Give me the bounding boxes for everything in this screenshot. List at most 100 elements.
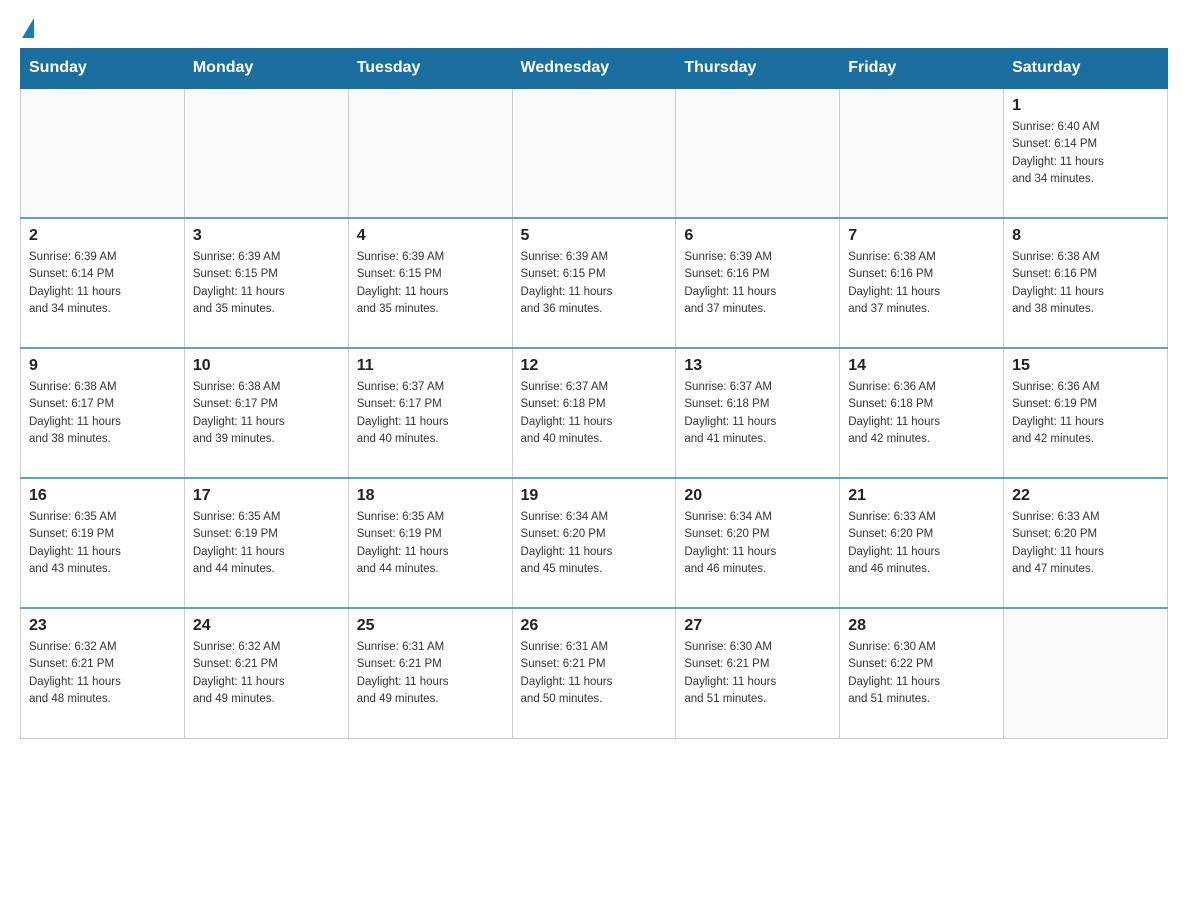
day-number: 22 — [1012, 487, 1159, 505]
calendar-day-header: Wednesday — [512, 49, 676, 89]
day-info: Sunrise: 6:33 AM Sunset: 6:20 PM Dayligh… — [1012, 509, 1159, 578]
calendar-day-cell: 14 Sunrise: 6:36 AM Sunset: 6:18 PM Dayli… — [840, 348, 1004, 478]
day-number: 21 — [848, 487, 995, 505]
day-info: Sunrise: 6:35 AM Sunset: 6:19 PM Dayligh… — [193, 509, 340, 578]
calendar-week-row: 9 Sunrise: 6:38 AM Sunset: 6:17 PM Daylig… — [21, 348, 1168, 478]
day-info: Sunrise: 6:32 AM Sunset: 6:21 PM Dayligh… — [29, 639, 176, 708]
calendar-day-header: Sunday — [21, 49, 185, 89]
day-info: Sunrise: 6:35 AM Sunset: 6:19 PM Dayligh… — [29, 509, 176, 578]
calendar-day-cell: 10 Sunrise: 6:38 AM Sunset: 6:17 PM Dayli… — [184, 348, 348, 478]
calendar-day-cell — [184, 88, 348, 218]
day-number: 11 — [357, 357, 504, 375]
calendar-week-row: 1 Sunrise: 6:40 AM Sunset: 6:14 PM Daylig… — [21, 88, 1168, 218]
day-number: 14 — [848, 357, 995, 375]
calendar-day-cell: 11 Sunrise: 6:37 AM Sunset: 6:17 PM Dayli… — [348, 348, 512, 478]
day-number: 24 — [193, 617, 340, 635]
logo — [20, 20, 34, 38]
calendar-day-cell — [348, 88, 512, 218]
calendar-day-cell: 8 Sunrise: 6:38 AM Sunset: 6:16 PM Daylig… — [1004, 218, 1168, 348]
calendar-day-header: Monday — [184, 49, 348, 89]
day-info: Sunrise: 6:31 AM Sunset: 6:21 PM Dayligh… — [521, 639, 668, 708]
day-number: 8 — [1012, 227, 1159, 245]
calendar-day-cell: 12 Sunrise: 6:37 AM Sunset: 6:18 PM Dayli… — [512, 348, 676, 478]
day-info: Sunrise: 6:31 AM Sunset: 6:21 PM Dayligh… — [357, 639, 504, 708]
calendar-day-cell: 20 Sunrise: 6:34 AM Sunset: 6:20 PM Dayli… — [676, 478, 840, 608]
calendar-day-cell: 18Sunrise: 6:35 AM Sunset: 6:19 PM Dayli… — [348, 478, 512, 608]
day-number: 5 — [521, 227, 668, 245]
calendar-day-cell: 9Sunrise: 6:38 AM Sunset: 6:17 PM Daylig… — [21, 348, 185, 478]
calendar-header-row: SundayMondayTuesdayWednesdayThursdayFrid… — [21, 49, 1168, 89]
day-number: 25 — [357, 617, 504, 635]
calendar-day-cell: 5 Sunrise: 6:39 AM Sunset: 6:15 PM Daylig… — [512, 218, 676, 348]
day-number: 26 — [521, 617, 668, 635]
calendar-day-cell — [840, 88, 1004, 218]
day-info: Sunrise: 6:37 AM Sunset: 6:17 PM Dayligh… — [357, 379, 504, 448]
calendar-day-cell: 3 Sunrise: 6:39 AM Sunset: 6:15 PM Daylig… — [184, 218, 348, 348]
logo-triangle-icon — [22, 18, 34, 38]
day-number: 23 — [29, 617, 176, 635]
day-number: 15 — [1012, 357, 1159, 375]
day-number: 13 — [684, 357, 831, 375]
calendar-day-cell: 7 Sunrise: 6:38 AM Sunset: 6:16 PM Daylig… — [840, 218, 1004, 348]
day-info: Sunrise: 6:37 AM Sunset: 6:18 PM Dayligh… — [521, 379, 668, 448]
day-info: Sunrise: 6:39 AM Sunset: 6:14 PM Dayligh… — [29, 249, 176, 318]
day-info: Sunrise: 6:40 AM Sunset: 6:14 PM Dayligh… — [1012, 119, 1159, 188]
calendar-day-cell: 27Sunrise: 6:30 AM Sunset: 6:21 PM Dayli… — [676, 608, 840, 738]
calendar-day-header: Tuesday — [348, 49, 512, 89]
calendar-day-cell: 21 Sunrise: 6:33 AM Sunset: 6:20 PM Dayli… — [840, 478, 1004, 608]
day-number: 9 — [29, 357, 176, 375]
calendar-day-cell: 17 Sunrise: 6:35 AM Sunset: 6:19 PM Dayli… — [184, 478, 348, 608]
calendar-day-header: Friday — [840, 49, 1004, 89]
calendar-day-cell: 19 Sunrise: 6:34 AM Sunset: 6:20 PM Dayli… — [512, 478, 676, 608]
calendar-week-row: 23 Sunrise: 6:32 AM Sunset: 6:21 PM Dayli… — [21, 608, 1168, 738]
day-info: Sunrise: 6:32 AM Sunset: 6:21 PM Dayligh… — [193, 639, 340, 708]
day-info: Sunrise: 6:39 AM Sunset: 6:16 PM Dayligh… — [684, 249, 831, 318]
day-info: Sunrise: 6:38 AM Sunset: 6:16 PM Dayligh… — [1012, 249, 1159, 318]
calendar-day-cell: 13 Sunrise: 6:37 AM Sunset: 6:18 PM Dayli… — [676, 348, 840, 478]
day-info: Sunrise: 6:37 AM Sunset: 6:18 PM Dayligh… — [684, 379, 831, 448]
calendar-day-cell: 15 Sunrise: 6:36 AM Sunset: 6:19 PM Dayli… — [1004, 348, 1168, 478]
calendar-day-cell: 2 Sunrise: 6:39 AM Sunset: 6:14 PM Daylig… — [21, 218, 185, 348]
day-info: Sunrise: 6:33 AM Sunset: 6:20 PM Dayligh… — [848, 509, 995, 578]
day-number: 10 — [193, 357, 340, 375]
day-number: 3 — [193, 227, 340, 245]
calendar-day-cell: 23 Sunrise: 6:32 AM Sunset: 6:21 PM Dayli… — [21, 608, 185, 738]
calendar-day-header: Thursday — [676, 49, 840, 89]
calendar-table: SundayMondayTuesdayWednesdayThursdayFrid… — [20, 48, 1168, 739]
calendar-week-row: 16Sunrise: 6:35 AM Sunset: 6:19 PM Dayli… — [21, 478, 1168, 608]
calendar-day-cell: 28Sunrise: 6:30 AM Sunset: 6:22 PM Dayli… — [840, 608, 1004, 738]
day-info: Sunrise: 6:34 AM Sunset: 6:20 PM Dayligh… — [684, 509, 831, 578]
calendar-day-cell: 6 Sunrise: 6:39 AM Sunset: 6:16 PM Daylig… — [676, 218, 840, 348]
calendar-day-cell: 25 Sunrise: 6:31 AM Sunset: 6:21 PM Dayli… — [348, 608, 512, 738]
calendar-day-cell: 16Sunrise: 6:35 AM Sunset: 6:19 PM Dayli… — [21, 478, 185, 608]
calendar-day-cell: 4 Sunrise: 6:39 AM Sunset: 6:15 PM Daylig… — [348, 218, 512, 348]
calendar-day-cell — [21, 88, 185, 218]
day-number: 6 — [684, 227, 831, 245]
day-number: 20 — [684, 487, 831, 505]
day-info: Sunrise: 6:39 AM Sunset: 6:15 PM Dayligh… — [357, 249, 504, 318]
calendar-day-header: Saturday — [1004, 49, 1168, 89]
day-info: Sunrise: 6:36 AM Sunset: 6:19 PM Dayligh… — [1012, 379, 1159, 448]
day-info: Sunrise: 6:38 AM Sunset: 6:17 PM Dayligh… — [193, 379, 340, 448]
calendar-day-cell — [1004, 608, 1168, 738]
day-number: 1 — [1012, 97, 1159, 115]
day-number: 28 — [848, 617, 995, 635]
day-info: Sunrise: 6:39 AM Sunset: 6:15 PM Dayligh… — [521, 249, 668, 318]
day-info: Sunrise: 6:34 AM Sunset: 6:20 PM Dayligh… — [521, 509, 668, 578]
day-info: Sunrise: 6:36 AM Sunset: 6:18 PM Dayligh… — [848, 379, 995, 448]
day-number: 17 — [193, 487, 340, 505]
day-number: 19 — [521, 487, 668, 505]
page-header — [20, 20, 1168, 38]
calendar-day-cell — [676, 88, 840, 218]
day-info: Sunrise: 6:39 AM Sunset: 6:15 PM Dayligh… — [193, 249, 340, 318]
day-number: 7 — [848, 227, 995, 245]
day-number: 2 — [29, 227, 176, 245]
calendar-day-cell: 1 Sunrise: 6:40 AM Sunset: 6:14 PM Daylig… — [1004, 88, 1168, 218]
calendar-week-row: 2 Sunrise: 6:39 AM Sunset: 6:14 PM Daylig… — [21, 218, 1168, 348]
day-number: 27 — [684, 617, 831, 635]
day-number: 12 — [521, 357, 668, 375]
day-number: 18 — [357, 487, 504, 505]
calendar-day-cell: 24 Sunrise: 6:32 AM Sunset: 6:21 PM Dayli… — [184, 608, 348, 738]
day-number: 4 — [357, 227, 504, 245]
day-info: Sunrise: 6:38 AM Sunset: 6:16 PM Dayligh… — [848, 249, 995, 318]
